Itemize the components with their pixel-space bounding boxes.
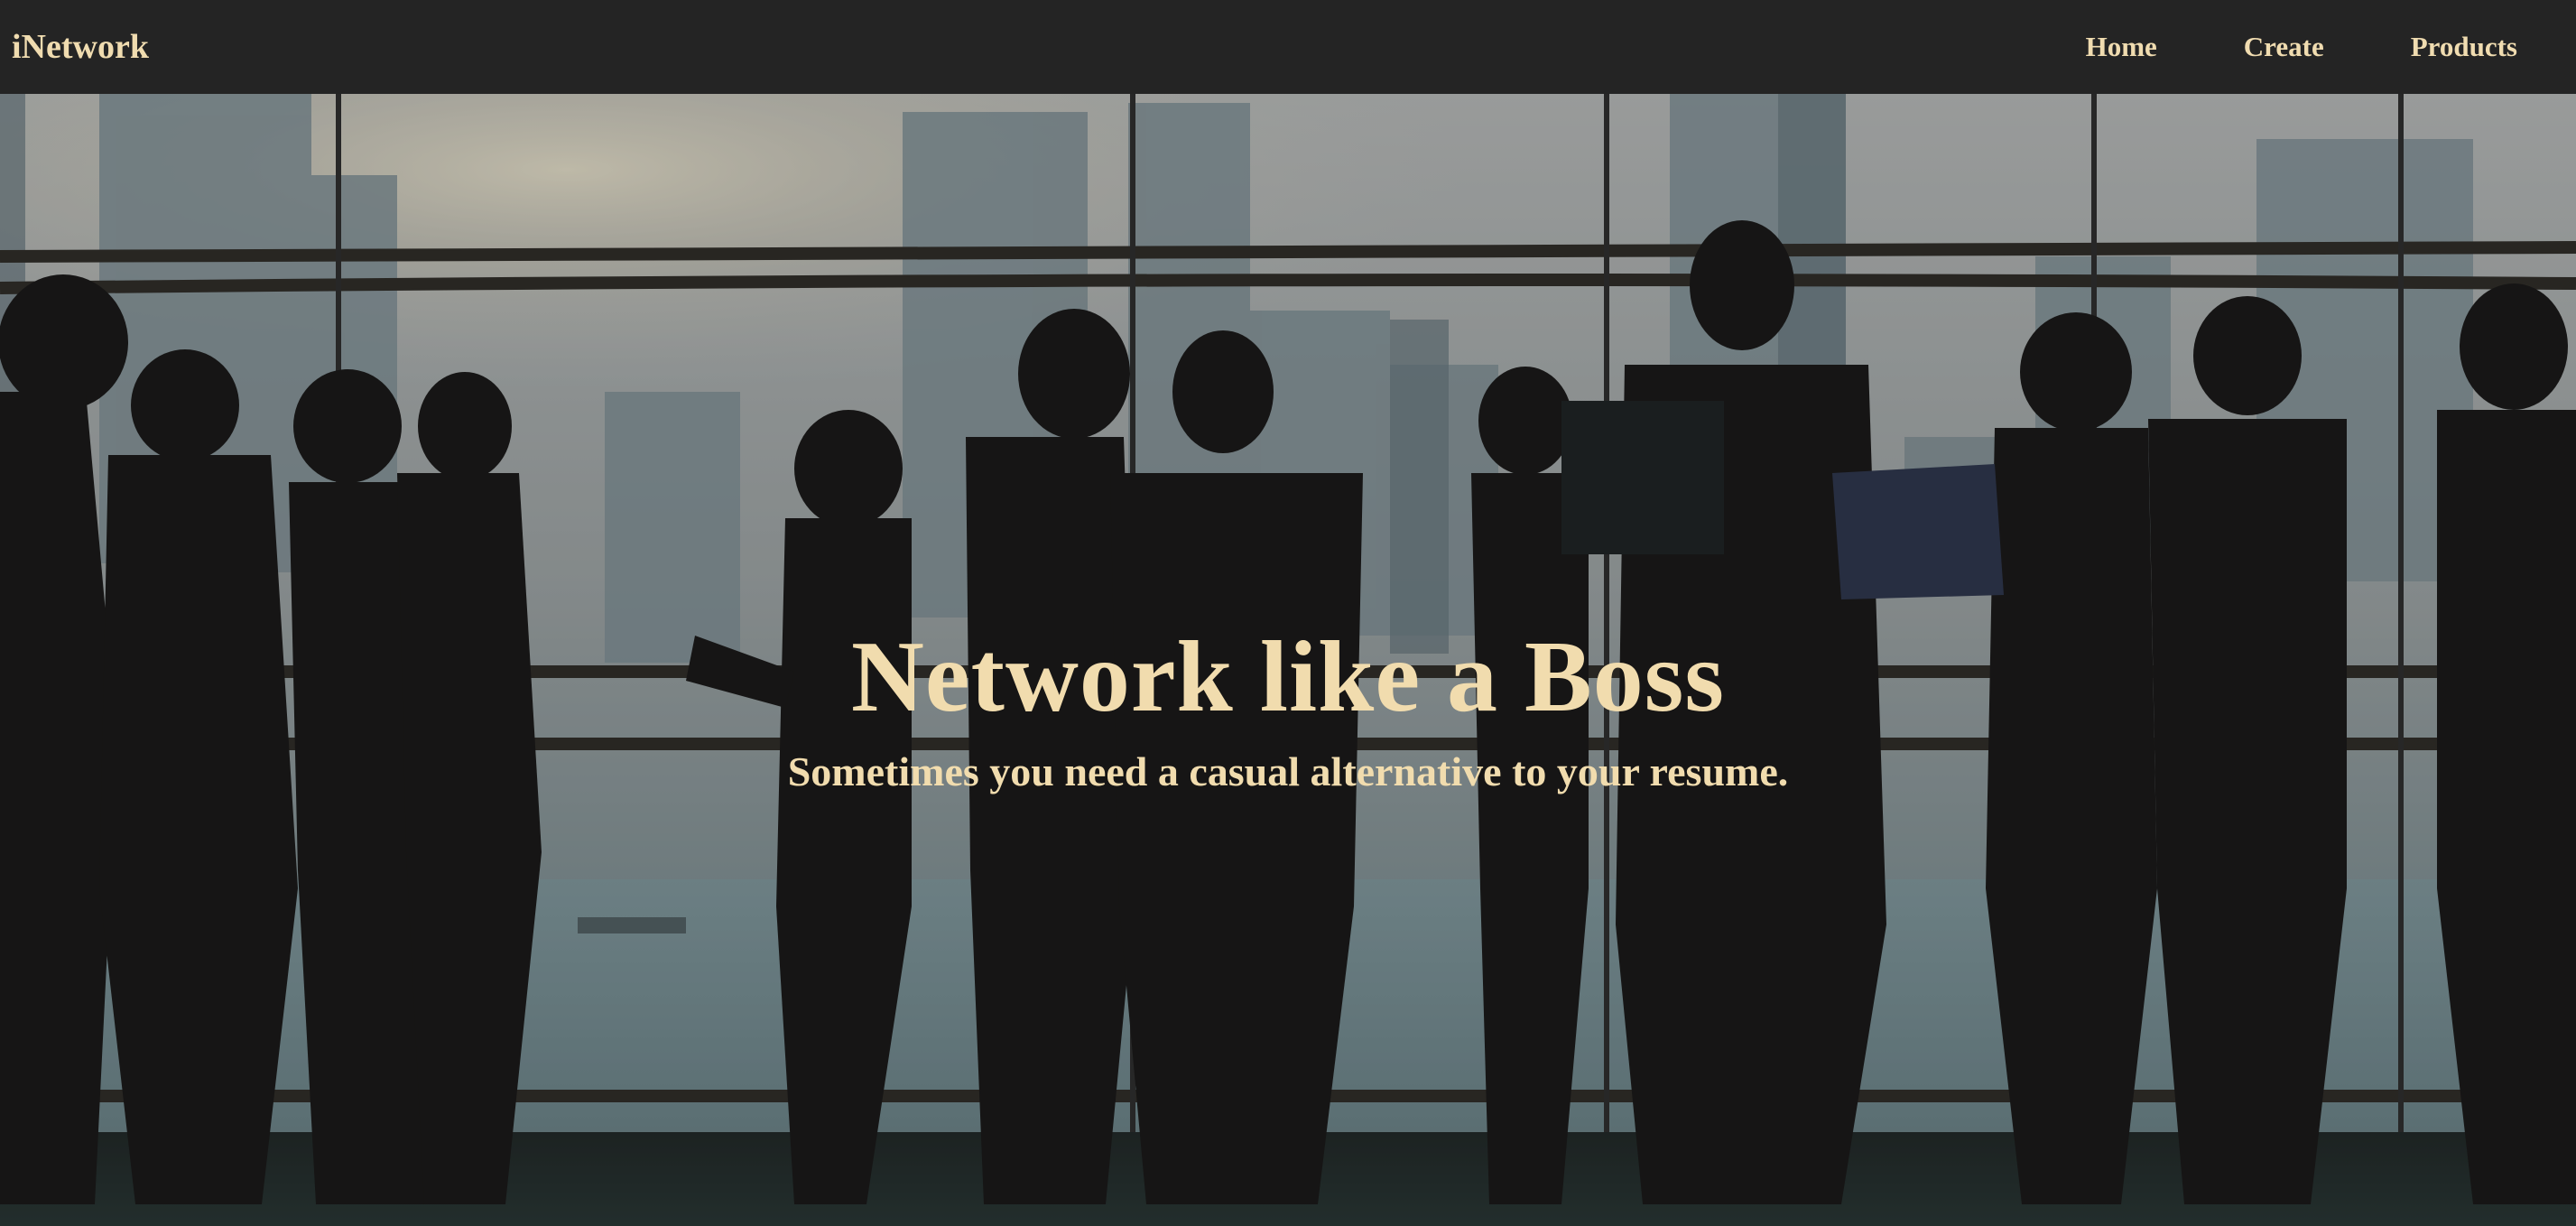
hero-subtitle: Sometimes you need a casual alternative … (787, 748, 1789, 794)
hero-text-block: Network like a Boss Sometimes you need a… (0, 627, 2576, 793)
hero-section: Network like a Boss Sometimes you need a… (0, 94, 2576, 1226)
brand-logo-link[interactable]: iNetwork (12, 27, 149, 67)
nav-links: Home Create Products (1999, 31, 2517, 63)
nav-link-products[interactable]: Products (2411, 31, 2517, 63)
nav-link-home[interactable]: Home (2086, 31, 2157, 63)
top-navbar: iNetwork Home Create Products (0, 0, 2576, 94)
nav-link-create[interactable]: Create (2244, 31, 2324, 63)
hero-title: Network like a Boss (851, 621, 1725, 733)
